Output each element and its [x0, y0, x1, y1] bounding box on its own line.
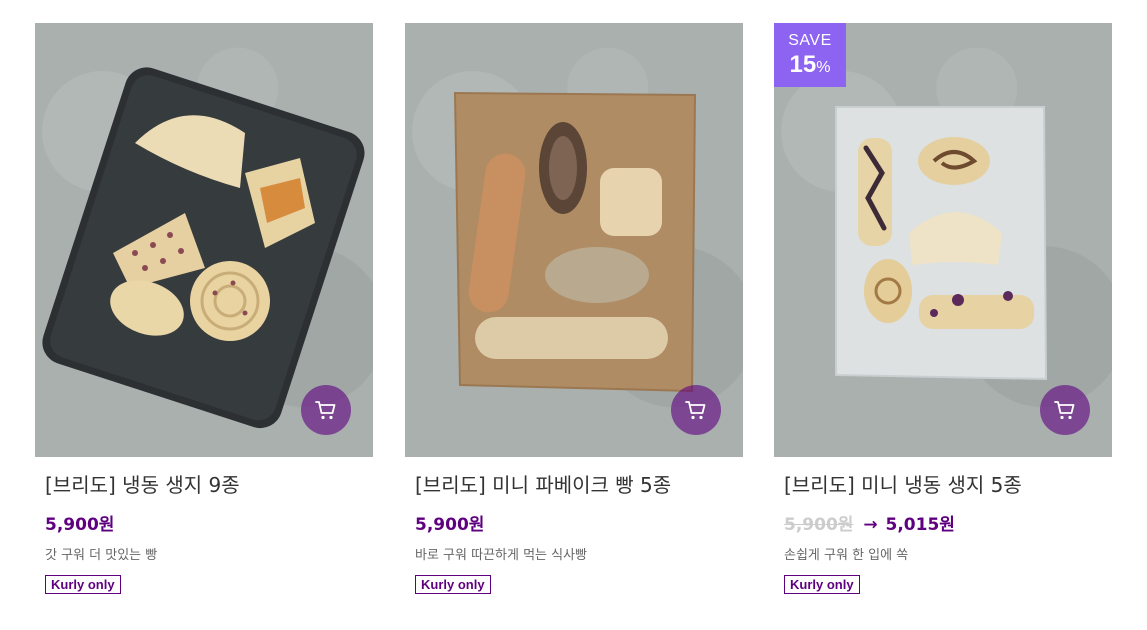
- price-arrow: →: [863, 515, 878, 535]
- add-to-cart-button[interactable]: [671, 385, 721, 435]
- kurly-only-tag: Kurly only: [784, 575, 860, 594]
- original-price: 5,900원: [784, 515, 854, 535]
- product-name[interactable]: [브리도] 미니 파베이크 빵 5종: [415, 471, 733, 499]
- price: 5,900원: [45, 515, 115, 535]
- save-label: SAVE: [788, 32, 832, 49]
- product-description: 갓 구워 더 맛있는 빵: [45, 548, 158, 563]
- product-image-2[interactable]: [405, 23, 743, 457]
- discount-rate: 15%: [790, 53, 831, 77]
- product-name[interactable]: [브리도] 미니 냉동 생지 5종: [784, 471, 1102, 499]
- add-to-cart-button[interactable]: [301, 385, 351, 435]
- product-image-3[interactable]: SAVE 15%: [774, 23, 1112, 457]
- product-card-3[interactable]: SAVE 15% [브리도] 미니 냉동 생지 5종 5,900원 → 5,01…: [774, 23, 1112, 594]
- cart-icon: [315, 401, 336, 420]
- discount-rate-unit: %: [816, 59, 831, 76]
- cart-icon: [685, 401, 706, 420]
- product-card-2[interactable]: [브리도] 미니 파베이크 빵 5종 5,900원 바로 구워 따끈하게 먹는 …: [405, 23, 743, 594]
- price-row: 5,900원 → 5,015원: [784, 513, 1102, 537]
- product-image-1[interactable]: [35, 23, 373, 457]
- product-name[interactable]: [브리도] 냉동 생지 9종: [45, 471, 363, 499]
- kurly-only-tag: Kurly only: [415, 575, 491, 594]
- product-description: 손쉽게 구워 한 입에 쏙: [784, 548, 909, 563]
- kurly-only-tag: Kurly only: [45, 575, 121, 594]
- discount-rate-value: 15: [789, 51, 817, 78]
- price-row: 5,900원: [45, 513, 363, 537]
- product-card-1[interactable]: [브리도] 냉동 생지 9종 5,900원 갓 구워 더 맛있는 빵 Kurly…: [35, 23, 373, 594]
- price-row: 5,900원: [415, 513, 733, 537]
- add-to-cart-button[interactable]: [1040, 385, 1090, 435]
- price: 5,900원: [415, 515, 485, 535]
- discounted-price: 5,015원: [885, 515, 955, 535]
- product-description: 바로 구워 따끈하게 먹는 식사빵: [415, 548, 588, 563]
- discount-badge: SAVE 15%: [774, 23, 846, 87]
- cart-icon: [1054, 401, 1075, 420]
